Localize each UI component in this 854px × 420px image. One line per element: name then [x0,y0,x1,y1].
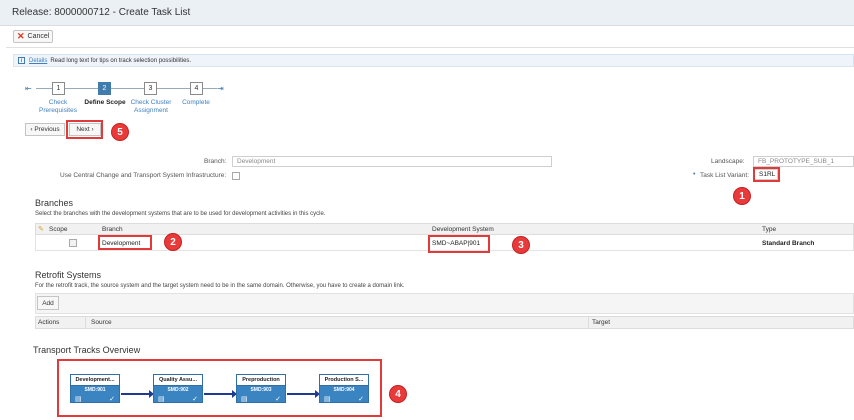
roadmap-start-icon: ⇤ [25,84,32,93]
roadmap-connector [203,88,217,89]
roadmap-connector [111,88,144,89]
column-header-source[interactable]: Source [91,319,112,326]
retrofit-title: Retrofit Systems [35,270,102,280]
info-message-bar: i Details Read long text for tips on tra… [13,54,854,67]
track-node-name: Development... [71,375,119,386]
callout-badge-2: 2 [164,233,182,251]
roadmap-label-define-scope[interactable]: Define Scope [82,99,128,107]
document-icon: ▤ [241,395,248,403]
roadmap-connector [36,88,52,89]
column-header-target[interactable]: Target [592,319,610,326]
callout-box-5 [66,120,103,139]
track-node-name: Quality Assu... [154,375,202,386]
required-marker-icon: • [693,171,696,178]
track-node-name: Preproduction [237,375,285,386]
roadmap-label-line: Check Cluster [130,99,172,106]
track-node-preproduction[interactable]: Preproduction SMD:903 ▤ ✓ [236,374,286,403]
retrofit-table-header [35,316,854,329]
column-header-development-system[interactable]: Development System [432,226,494,233]
track-node-quality-assurance[interactable]: Quality Assu... SMD:902 ▤ ✓ [153,374,203,403]
divider [6,47,854,48]
branches-title: Branches [35,198,74,208]
callout-badge-4: 4 [389,385,407,403]
cancel-icon: ✕ [17,31,25,41]
roadmap-label-line: Check [48,99,68,106]
check-icon: ✓ [275,395,281,403]
roadmap-label-line: Assignment [134,107,168,114]
retrofit-toolbar [35,293,854,314]
details-link[interactable]: Details [29,58,47,64]
retrofit-description: For the retrofit track, the source syste… [35,283,405,289]
info-text: Read long text for tips on track selecti… [50,57,192,64]
track-arrow [121,390,154,398]
branch-label: Branch: [204,158,227,165]
callout-box-1 [753,167,780,182]
track-node-system: SMD:903 [250,387,272,393]
window-title: Release: 8000000712 - Create Task List [12,7,191,18]
previous-button[interactable]: ‹ Previous [25,123,65,136]
roadmap-step-1[interactable]: 1 [52,82,65,95]
cancel-label: Cancel [27,33,50,40]
callout-badge-3: 3 [512,236,530,254]
track-node-system: SMD:904 [333,387,355,393]
use-cts-checkbox[interactable] [232,172,240,180]
track-node-production[interactable]: Production S... SMD:904 ▤ ✓ [319,374,369,403]
type-cell: Standard Branch [762,240,815,247]
check-icon: ✓ [192,395,198,403]
check-icon: ✓ [109,395,115,403]
roadmap-connector [65,88,98,89]
roadmap-label-line: Complete [182,99,210,106]
roadmap-label-line: Prerequisites [39,107,77,114]
landscape-label: Landscape: [711,158,745,165]
check-icon: ✓ [358,395,364,403]
variant-label: Task List Variant: [700,172,750,179]
document-icon: ▤ [324,395,331,403]
track-node-system: SMD:901 [84,387,106,393]
track-arrow [204,390,237,398]
roadmap-step-2[interactable]: 2 [98,82,111,95]
column-divider [85,316,86,329]
info-icon: i [18,57,25,64]
roadmap-label-line: Define Scope [84,99,126,106]
add-button[interactable]: Add [37,296,59,310]
document-icon: ▤ [158,395,165,403]
roadmap-connector [157,88,190,89]
roadmap-label-complete[interactable]: Complete [176,99,216,107]
roadmap-label-check-prerequisites[interactable]: Check Prerequisites [34,99,82,115]
callout-box-2 [98,235,152,250]
track-arrow [287,390,320,398]
roadmap-step-4[interactable]: 4 [190,82,203,95]
callout-box-3 [428,235,490,253]
roadmap-label-check-cluster[interactable]: Check Cluster Assignment [127,99,175,115]
callout-badge-1: 1 [733,187,751,205]
track-node-development[interactable]: Development... SMD:901 ▤ ✓ [70,374,120,403]
cancel-button[interactable]: ✕ Cancel [13,30,53,43]
track-node-name: Production S... [320,375,368,386]
track-node-system: SMD:902 [167,387,189,393]
scope-icon: ✎ [38,226,44,233]
document-icon: ▤ [75,395,82,403]
roadmap-end-icon: ⇥ [217,84,224,93]
column-header-actions[interactable]: Actions [38,319,59,326]
branches-description: Select the branches with the development… [35,211,326,217]
branch-field[interactable]: Development [232,156,552,167]
tracks-title: Transport Tracks Overview [33,345,141,355]
landscape-field[interactable]: FB_PROTOTYPE_SUB_1 [753,156,854,167]
use-cts-label: Use Central Change and Transport System … [60,172,227,179]
column-header-scope[interactable]: Scope [49,226,67,233]
callout-badge-5: 5 [111,123,129,141]
scope-checkbox[interactable] [69,239,77,247]
column-header-type[interactable]: Type [762,226,776,233]
roadmap-step-3[interactable]: 3 [144,82,157,95]
title-bar: Release: 8000000712 - Create Task List [0,0,854,26]
column-divider [588,316,589,329]
column-header-branch[interactable]: Branch [102,226,123,233]
